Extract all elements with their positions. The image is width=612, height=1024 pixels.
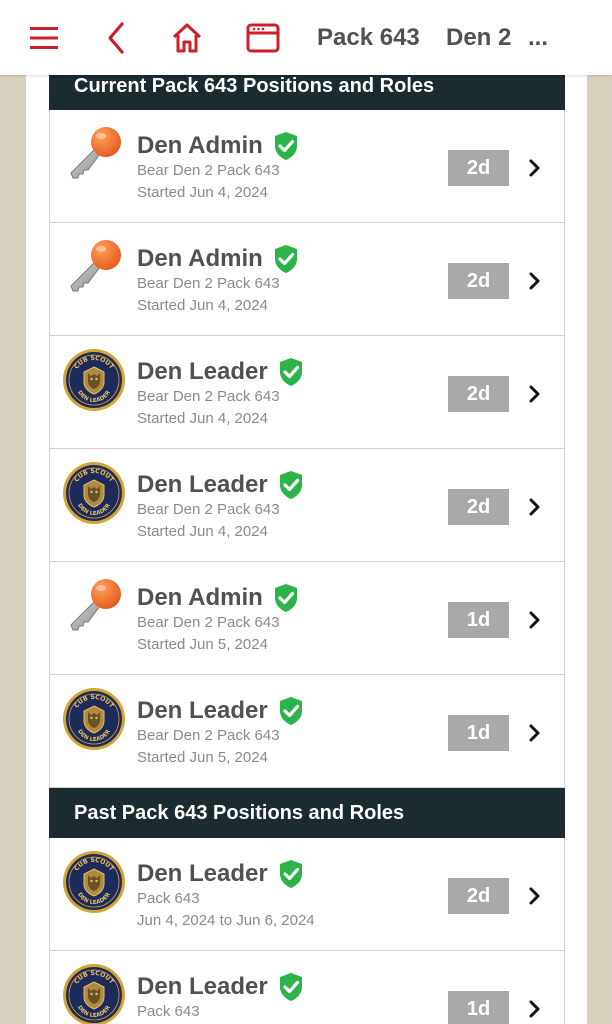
duration-badge: 1d <box>448 991 509 1024</box>
role-title: Den Leader <box>137 860 268 887</box>
past-roles-header: Past Pack 643 Positions and Roles <box>49 788 565 838</box>
role-dates: Started Jun 4, 2024 <box>137 297 268 314</box>
role-dates: Jun 4, 2024 to Jun 6, 2024 <box>137 912 315 929</box>
check-badge-icon <box>278 357 304 387</box>
current-role-row[interactable]: CUB SCOUT DEN LEADER Den Leader Bear Den … <box>49 336 565 449</box>
check-badge-icon <box>273 131 299 161</box>
role-unit: Pack 643 <box>137 1003 200 1020</box>
key-icon <box>62 122 126 186</box>
check-badge-icon <box>278 972 304 1002</box>
role-title: Den Leader <box>137 973 268 1000</box>
current-role-row[interactable]: CUB SCOUT DEN LEADER Den Leader Bear Den … <box>49 675 565 788</box>
check-badge-icon <box>273 244 299 274</box>
role-unit: Bear Den 2 Pack 643 <box>137 727 280 744</box>
chevron-right-icon[interactable] <box>526 997 544 1021</box>
cub-scout-den-leader-patch-icon: CUB SCOUT DEN LEADER <box>62 850 126 914</box>
cub-scout-den-leader-patch-icon: CUB SCOUT DEN LEADER <box>62 348 126 412</box>
role-dates: Started Jun 5, 2024 <box>137 636 268 653</box>
chevron-right-icon[interactable] <box>526 382 544 406</box>
check-badge-icon <box>278 470 304 500</box>
role-dates: Started Jun 5, 2024 <box>137 749 268 766</box>
past-roles-title: Past Pack 643 Positions and Roles <box>74 801 405 824</box>
duration-badge: 2d <box>448 150 509 186</box>
duration-badge: 2d <box>448 489 509 525</box>
top-nav-bar: Pack 643 Den 2 ... <box>0 0 612 75</box>
home-icon[interactable] <box>167 18 207 58</box>
breadcrumb-pack[interactable]: Pack 643 <box>317 24 420 52</box>
breadcrumb-more[interactable]: ... <box>528 24 548 52</box>
cub-scout-den-leader-patch-icon: CUB SCOUT DEN LEADER <box>62 963 126 1024</box>
duration-badge: 2d <box>448 263 509 299</box>
role-unit: Bear Den 2 Pack 643 <box>137 614 280 631</box>
key-icon <box>62 235 126 299</box>
current-role-row[interactable]: Den Admin Bear Den 2 Pack 643 Started Ju… <box>49 562 565 675</box>
duration-badge: 1d <box>448 715 509 751</box>
role-dates: Started Jun 4, 2024 <box>137 523 268 540</box>
check-badge-icon <box>273 583 299 613</box>
current-role-row[interactable]: Den Admin Bear Den 2 Pack 643 Started Ju… <box>49 223 565 336</box>
duration-badge: 1d <box>448 602 509 638</box>
menu-icon[interactable] <box>24 18 64 58</box>
chevron-right-icon[interactable] <box>526 156 544 180</box>
role-title: Den Leader <box>137 697 268 724</box>
role-unit: Bear Den 2 Pack 643 <box>137 275 280 292</box>
browser-window-icon[interactable] <box>243 18 283 58</box>
role-unit: Pack 643 <box>137 890 200 907</box>
current-role-row[interactable]: Den Admin Bear Den 2 Pack 643 Started Ju… <box>49 110 565 223</box>
key-icon <box>62 574 126 638</box>
back-icon[interactable] <box>96 18 136 58</box>
role-unit: Bear Den 2 Pack 643 <box>137 501 280 518</box>
duration-badge: 2d <box>448 376 509 412</box>
breadcrumb-den[interactable]: Den 2 <box>446 24 511 52</box>
duration-badge: 2d <box>448 878 509 914</box>
role-title: Den Leader <box>137 471 268 498</box>
role-title: Den Admin <box>137 132 263 159</box>
chevron-right-icon[interactable] <box>526 884 544 908</box>
past-role-row[interactable]: CUB SCOUT DEN LEADER Den Leader Pack 643 … <box>49 951 565 1024</box>
past-role-row[interactable]: CUB SCOUT DEN LEADER Den Leader Pack 643 … <box>49 838 565 951</box>
chevron-right-icon[interactable] <box>526 269 544 293</box>
cub-scout-den-leader-patch-icon: CUB SCOUT DEN LEADER <box>62 461 126 525</box>
chevron-right-icon[interactable] <box>526 721 544 745</box>
role-unit: Bear Den 2 Pack 643 <box>137 162 280 179</box>
chevron-right-icon[interactable] <box>526 495 544 519</box>
current-role-row[interactable]: CUB SCOUT DEN LEADER Den Leader Bear Den … <box>49 449 565 562</box>
cub-scout-den-leader-patch-icon: CUB SCOUT DEN LEADER <box>62 687 126 751</box>
check-badge-icon <box>278 859 304 889</box>
current-roles-title: Current Pack 643 Positions and Roles <box>74 74 435 97</box>
chevron-right-icon[interactable] <box>526 608 544 632</box>
role-dates: Started Jun 4, 2024 <box>137 184 268 201</box>
role-title: Den Admin <box>137 584 263 611</box>
role-unit: Bear Den 2 Pack 643 <box>137 388 280 405</box>
role-title: Den Leader <box>137 358 268 385</box>
role-title: Den Admin <box>137 245 263 272</box>
role-dates: Started Jun 4, 2024 <box>137 410 268 427</box>
check-badge-icon <box>278 696 304 726</box>
